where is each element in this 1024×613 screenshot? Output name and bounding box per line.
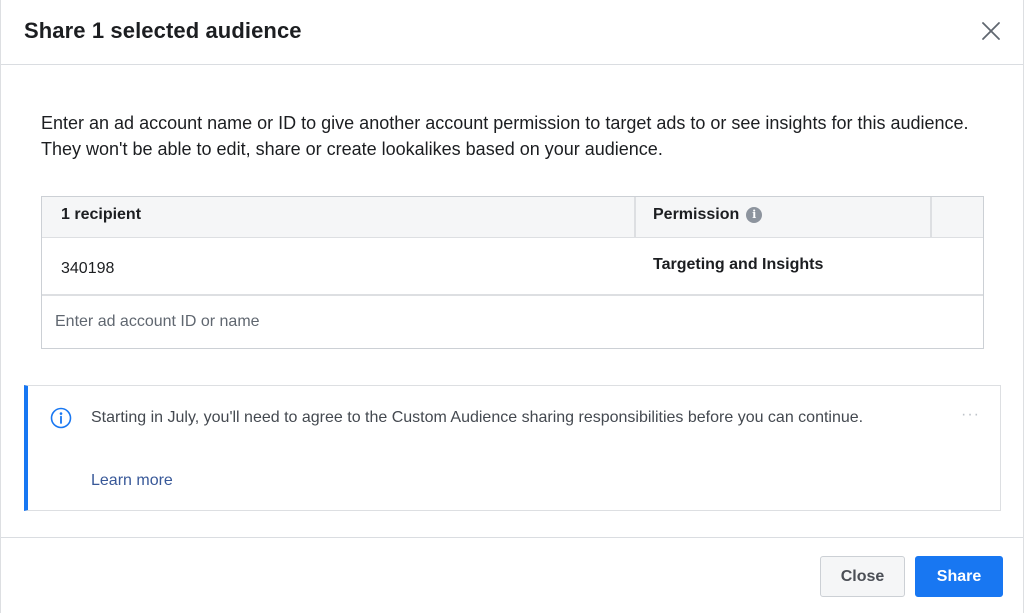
permission-column-label: Permission [653, 206, 740, 223]
recipient-column-header: 1 recipient [61, 206, 142, 223]
ad-account-input[interactable] [42, 296, 983, 348]
notice-message: Starting in July, you'll need to agree t… [91, 409, 864, 426]
share-button[interactable]: Share [915, 556, 1003, 597]
share-audience-dialog: Share 1 selected audience Enter an ad ac… [0, 0, 1024, 613]
column-divider [634, 197, 636, 237]
close-icon[interactable] [981, 21, 1001, 41]
close-button[interactable]: Close [820, 556, 905, 597]
more-icon[interactable]: ··· [961, 406, 980, 424]
recipient-row: 340198 Targeting and Insights [42, 238, 983, 296]
dialog-title: Share 1 selected audience [24, 18, 302, 43]
recipient-permission[interactable]: Targeting and Insights [653, 256, 823, 274]
info-circle-icon [50, 407, 72, 429]
recipients-table-header: 1 recipient Permission i [42, 197, 983, 238]
learn-more-link[interactable]: Learn more [91, 472, 173, 490]
dialog-header: Share 1 selected audience [1, 0, 1023, 65]
dialog-body: Enter an ad account name or ID to give a… [1, 65, 1023, 537]
column-divider [930, 197, 932, 237]
sharing-notice: Starting in July, you'll need to agree t… [24, 385, 1001, 511]
dialog-footer: Close Share [1, 537, 1023, 613]
permission-column-header: Permission i [653, 206, 763, 224]
share-description: Enter an ad account name or ID to give a… [41, 113, 969, 159]
recipient-id: 340198 [61, 260, 115, 277]
recipients-table: 1 recipient Permission i 340198 Targetin… [41, 196, 984, 349]
info-icon[interactable]: i [746, 207, 763, 223]
